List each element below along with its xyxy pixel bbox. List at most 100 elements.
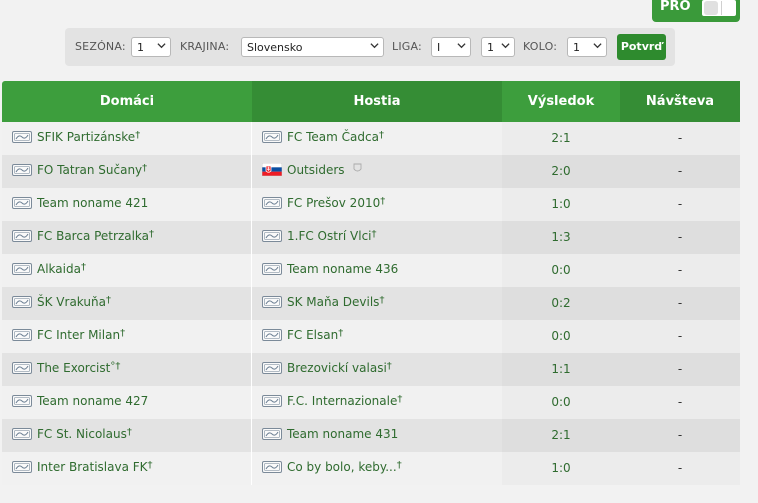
match-score-link[interactable]: 1:3 [502,221,620,254]
guest-team-name: FC Team Čadca [287,130,379,144]
attendance-cell: - [620,188,740,221]
attendance-value: - [677,197,683,211]
attendance-value: - [677,296,683,310]
team-badge-icon [262,362,282,374]
attendance-cell: - [620,452,740,485]
guest-team-cell: Co by bolo, keby...† [252,452,502,485]
home-team-name: Team noname 421 [37,196,149,210]
match-score-link[interactable]: 2:0 [502,155,620,188]
confirm-button[interactable]: Potvrď [617,34,666,60]
home-team-name: Alkaida [37,262,81,276]
result-cell: 2:0 [502,155,620,188]
home-team-link[interactable]: Inter Bratislava FK† [12,460,153,474]
country-select[interactable]: Slovensko [241,37,384,57]
round-select[interactable]: 1 [567,37,607,57]
attendance-value: - [677,263,683,277]
home-team-link[interactable]: FO Tatran Sučany† [12,163,147,177]
guest-team-cell: F.C. Internazionale† [252,386,502,419]
guest-team-link[interactable]: SK Maňa Devils† [262,295,384,309]
guest-team-link[interactable]: Co by bolo, keby...† [262,460,402,474]
home-team-link[interactable]: FC Inter Milan† [12,328,125,342]
home-team-cell: Team noname 421 [2,188,252,221]
home-team-link[interactable]: Team noname 427 [12,394,148,408]
attendance-cell: - [620,353,740,386]
result-cell: 2:1 [502,122,620,155]
attendance-value: - [677,230,683,244]
home-team-link[interactable]: The Exorcist°† [12,361,120,375]
table-row: ŠK Vrakuňa† SK Maňa Devils† 0:2 - [2,287,740,320]
team-badge-icon [12,395,32,407]
guest-team-link[interactable]: F.C. Internazionale† [262,394,402,408]
guest-team-link[interactable]: Team noname 436 [262,262,398,276]
match-score-link[interactable]: 0:0 [502,320,620,353]
attendance-value: - [677,131,683,145]
league-select[interactable]: I [431,37,471,57]
header-guest: Hostia [252,81,502,122]
guest-team-mark: † [378,130,384,141]
match-score-link[interactable]: 2:1 [502,122,620,155]
guest-team-link[interactable]: FC Team Čadca† [262,130,384,144]
home-team-link[interactable]: ŠK Vrakuňa† [12,295,111,309]
page: PRO SEZÓNA: 1 KRAJINA: Slovensko LIGA: I… [0,0,758,503]
guest-team-mark: † [379,295,385,306]
home-team-name: The Exorcist [37,361,111,375]
league-group-select[interactable]: 1 [481,37,515,57]
result-cell: 0:0 [502,254,620,287]
pro-toggle[interactable]: PRO [652,0,740,22]
filter-bar: SEZÓNA: 1 KRAJINA: Slovensko LIGA: I 1 K… [65,28,675,66]
guest-team-link[interactable]: Outsiders [262,163,362,177]
team-badge-icon [262,461,282,473]
attendance-cell: - [620,386,740,419]
guest-team-link[interactable]: 1.FC Ostrí Vlci† [262,229,377,243]
match-score-link[interactable]: 1:1 [502,353,620,386]
league-value: I [437,41,441,54]
match-score-link[interactable]: 0:0 [502,386,620,419]
home-team-link[interactable]: FC Barca Petrzalka† [12,229,154,243]
match-score-link[interactable]: 2:1 [502,419,620,452]
table-row: FO Tatran Sučany† Outsiders 2:0 - [2,155,740,188]
match-score-link[interactable]: 0:2 [502,287,620,320]
team-badge-icon [262,329,282,341]
slovakia-flag-icon [262,163,282,176]
guest-team-mark: † [386,361,392,372]
home-team-cell: Alkaida† [2,254,252,287]
home-team-link[interactable]: FC St. Nicolaus† [12,427,132,441]
table-row: FC Barca Petrzalka† 1.FC Ostrí Vlci† 1:3 - [2,221,740,254]
home-team-mark: † [142,163,148,174]
team-badge-icon [262,296,282,308]
country-value: Slovensko [247,41,303,54]
guest-team-cell: FC Team Čadca† [252,122,502,155]
guest-team-link[interactable]: Team noname 431 [262,427,398,441]
home-team-link[interactable]: Alkaida† [12,262,86,276]
team-badge-icon [12,329,32,341]
guest-team-cell: Team noname 431 [252,419,502,452]
match-score-link[interactable]: 0:0 [502,254,620,287]
attendance-cell: - [620,155,740,188]
attendance-value: - [677,395,683,409]
match-score-link[interactable]: 1:0 [502,188,620,221]
chevron-down-icon [457,43,466,49]
result-cell: 2:1 [502,419,620,452]
guest-team-link[interactable]: FC Prešov 2010† [262,196,385,210]
guest-team-link[interactable]: FC Elsan† [262,328,343,342]
season-select[interactable]: 1 [131,37,171,57]
team-badge-icon [262,131,282,143]
result-cell: 1:0 [502,188,620,221]
attendance-cell: - [620,254,740,287]
match-score-link[interactable]: 1:0 [502,452,620,485]
attendance-cell: - [620,122,740,155]
home-team-name: Team noname 427 [37,394,149,408]
home-team-name: FC Inter Milan [37,328,121,342]
attendance-value: - [677,329,683,343]
table-body: SFIK Partizánske† FC Team Čadca† 2:1- FO … [2,122,740,485]
chevron-down-icon [593,43,602,49]
home-team-link[interactable]: Team noname 421 [12,196,148,210]
header-result: Výsledok [527,94,595,109]
home-team-mark: † [135,130,141,141]
pro-switch-knob [704,1,718,15]
pro-switch[interactable] [700,0,738,18]
table-row: Inter Bratislava FK† Co by bolo, keby...… [2,452,740,485]
chevron-down-icon [501,43,510,49]
guest-team-link[interactable]: Brezovickí valasi† [262,361,392,375]
home-team-link[interactable]: SFIK Partizánske† [12,130,140,144]
